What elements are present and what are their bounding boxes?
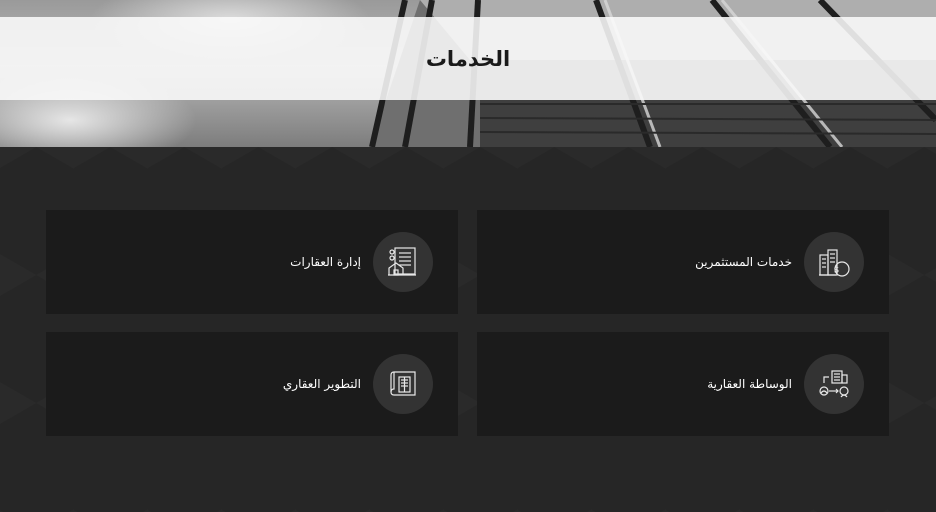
service-label: خدمات المستثمرين xyxy=(695,255,792,269)
service-label: إدارة العقارات xyxy=(290,255,361,269)
services-section: $ خدمات المستثمرين إدارة العقارات الوساط… xyxy=(0,147,936,512)
brokerage-people-building-icon xyxy=(804,354,864,414)
service-label: التطوير العقاري xyxy=(282,377,361,391)
title-band: الخدمات xyxy=(0,17,936,100)
property-management-document-icon xyxy=(373,232,433,292)
svg-text:$: $ xyxy=(834,266,840,276)
service-card-investor-services[interactable]: $ خدمات المستثمرين xyxy=(477,210,889,314)
development-blueprint-icon xyxy=(373,354,433,414)
service-card-real-estate-brokerage[interactable]: الوساطة العقارية xyxy=(477,332,889,436)
service-card-real-estate-development[interactable]: التطوير العقاري xyxy=(46,332,458,436)
investor-building-coin-icon: $ xyxy=(804,232,864,292)
page-title: الخدمات xyxy=(425,46,511,71)
service-card-property-management[interactable]: إدارة العقارات xyxy=(46,210,458,314)
hero-banner: الخدمات xyxy=(0,0,936,147)
service-label: الوساطة العقارية xyxy=(707,377,792,391)
